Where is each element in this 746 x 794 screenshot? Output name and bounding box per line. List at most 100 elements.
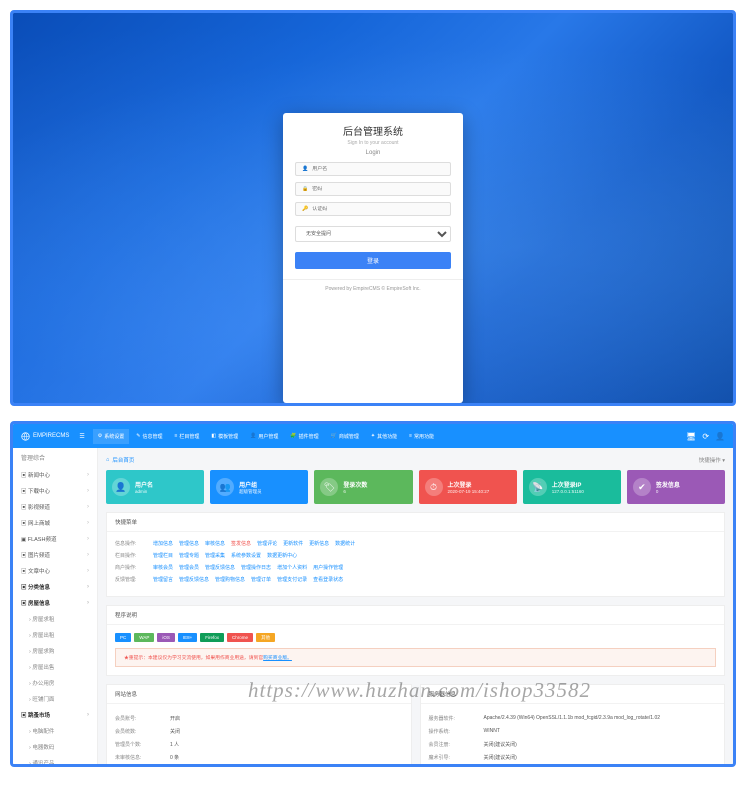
sidebar-item-12[interactable]: › 房屋出售 [13,659,97,675]
info-row: 魔术引导:关闭(建议关闭) [429,751,717,764]
sidebar-item-4[interactable]: ▣ FLASH频道› [13,531,97,547]
stat-card-3: ⏱上次登录2020-07-19 15:40:27 [419,470,517,504]
qm-link[interactable]: 管理反馈信息 [205,565,235,571]
panel-title: 网站信息 [107,685,411,704]
topnav-5[interactable]: 🧩插件管理 [285,429,323,444]
qm-link[interactable]: 查看登录状态 [313,577,343,583]
server-info-panel: 服务器信息 服务器软件:Apache/2.4.39 (Win64) OpenSS… [420,684,726,764]
menu-icon[interactable]: ☰ [79,433,84,440]
home-icon: ⌂ [106,457,109,463]
warning-note: ★重提示：本建议仅为学习交流使用，如果用作商业用途，请到官购买商业版。 [115,648,716,667]
lock-icon: 🔒 [302,186,308,192]
qm-link[interactable]: 增加个人资料 [277,565,307,571]
sidebar-item-6[interactable]: ▣ 文章中心› [13,563,97,579]
topnav-8[interactable]: ≡常用功能 [404,429,439,444]
qm-link[interactable]: 管理支付记录 [277,577,307,583]
topnav-7[interactable]: ✦其他功能 [366,429,402,444]
qm-row-1: 栏目操作:管理栏目管理专题管理采集系统参数设置数据更新中心 [115,552,716,559]
sidebar-item-16[interactable]: › 电脑配件 [13,723,97,739]
qm-link[interactable]: 更新信息 [309,541,329,547]
qm-link[interactable]: 管理留言 [153,577,173,583]
card-icon: 📡 [529,478,547,496]
sidebar-item-18[interactable]: › 通讯产品 [13,755,97,764]
sidebar-item-5[interactable]: ▣ 图片频道› [13,547,97,563]
quick-action-dropdown[interactable]: 快捷操作 ▾ [699,456,725,464]
info-row: 管理员个数:1 人 [115,738,403,751]
panel-title: 服务器信息 [421,685,725,704]
card-icon: 👤 [112,478,130,496]
chevron-right-icon: › [87,600,89,606]
password-field-wrap: 🔒 [295,182,451,196]
login-button[interactable]: 登录 [295,252,451,269]
info-row: 服务器软件:Apache/2.4.39 (Win64) OpenSSL/1.1.… [429,712,717,725]
sidebar-item-10[interactable]: › 房屋出租 [13,627,97,643]
login-label: Login [283,150,463,156]
qm-link[interactable]: 审核信息 [205,541,225,547]
sidebar-item-3[interactable]: ▣ 网上商城› [13,515,97,531]
chevron-right-icon: › [87,552,89,558]
qm-link[interactable]: 管理采集 [205,553,225,559]
qm-row-2: 商户操作:审核会员管理会员管理反馈信息管理操作日志增加个人资料用户操作管理 [115,564,716,571]
sidebar-item-7[interactable]: ▣ 分类信息› [13,579,97,595]
qm-link[interactable]: 管理专题 [179,553,199,559]
info-row: 会员账号:开启 [115,712,403,725]
topnav-4[interactable]: 👤用户管理 [245,429,283,444]
username-input[interactable] [312,166,444,172]
qm-link[interactable]: 用户操作管理 [313,565,343,571]
topnav-0[interactable]: ⚙系统设置 [93,429,130,444]
qm-link[interactable]: 管理反馈信息 [179,577,209,583]
tag-Chrome: Chrome [227,633,253,642]
chevron-right-icon: › [87,568,89,574]
sidebar-item-13[interactable]: › 办公用房 [13,675,97,691]
qm-link[interactable]: 管理订单 [251,577,271,583]
refresh-icon[interactable]: ⟳ [702,432,709,441]
qm-link[interactable]: 增加信息 [153,541,173,547]
qm-row-3: 反馈管理:管理留言管理反馈信息管理购物信息管理订单管理支付记录查看登录状态 [115,576,716,583]
tag-IE8+: IE8+ [178,633,197,642]
sidebar-item-1[interactable]: ▣ 下载中心› [13,483,97,499]
quickmenu-panel: 快捷菜单 信息操作:增加信息管理信息审核信息签发信息管理评论更新软件更新信息数据… [106,512,725,597]
breadcrumb[interactable]: ⌂ 后台首页 [106,456,134,464]
info-row: 操作系统:WINNT [429,725,717,738]
brand[interactable]: EMPIRECMS [21,432,69,441]
sidebar-item-15[interactable]: ▣ 跳蚤市场› [13,707,97,723]
login-subtitle: Sign In to your account [283,140,463,146]
card-icon: 🏷 [320,478,338,496]
topnav-1[interactable]: ✎信息管理 [131,429,167,444]
qm-link[interactable]: 数据统计 [335,541,355,547]
qm-link[interactable]: 管理操作日志 [241,565,271,571]
topnav-3[interactable]: ◧模板管理 [206,429,243,444]
captcha-input[interactable] [312,206,444,212]
buy-link[interactable]: 购买商业版。 [263,656,292,661]
user-menu-icon[interactable]: 👤 [715,432,725,441]
sidebar-item-2[interactable]: ▣ 影视频道› [13,499,97,515]
qm-link[interactable]: 签发信息 [231,541,251,547]
qm-link[interactable]: 管理栏目 [153,553,173,559]
tags: PCWAPiOSIE8+FirefoxChrome其他 [115,633,716,642]
panel-title: 程序说明 [107,606,724,625]
sidebar-item-9[interactable]: › 房屋求租 [13,611,97,627]
qm-link[interactable]: 数据更新中心 [267,553,297,559]
qm-link[interactable]: 系统参数设置 [231,553,261,559]
topnav-2[interactable]: ≡栏目管理 [169,429,204,444]
sidebar-item-0[interactable]: ▣ 新闻中心› [13,467,97,483]
security-question-select[interactable]: 无安全提问 [295,226,451,242]
qm-link[interactable]: 管理信息 [179,541,199,547]
sidebar-item-8[interactable]: ▣ 房屋信息› [13,595,97,611]
password-input[interactable] [312,186,444,192]
qm-link[interactable]: 审核会员 [153,565,173,571]
qm-link[interactable]: 更新软件 [283,541,303,547]
stat-card-2: 🏷登录次数6 [314,470,412,504]
qm-link[interactable]: 管理评论 [257,541,277,547]
qm-link[interactable]: 管理购物信息 [215,577,245,583]
qm-link[interactable]: 管理会员 [179,565,199,571]
sidebar-item-14[interactable]: › 旺铺门面 [13,691,97,707]
stat-card-5: ✔签发信息0 [627,470,725,504]
sidebar-title: 管理综合 [13,448,97,467]
topnav-6[interactable]: 🛒商城管理 [326,429,364,444]
key-icon: 🔑 [302,206,308,212]
monitor-icon[interactable]: 🖥 [686,432,696,441]
sidebar-item-11[interactable]: › 房屋求购 [13,643,97,659]
card-icon: 👥 [216,478,234,496]
sidebar-item-17[interactable]: › 电器数码 [13,739,97,755]
